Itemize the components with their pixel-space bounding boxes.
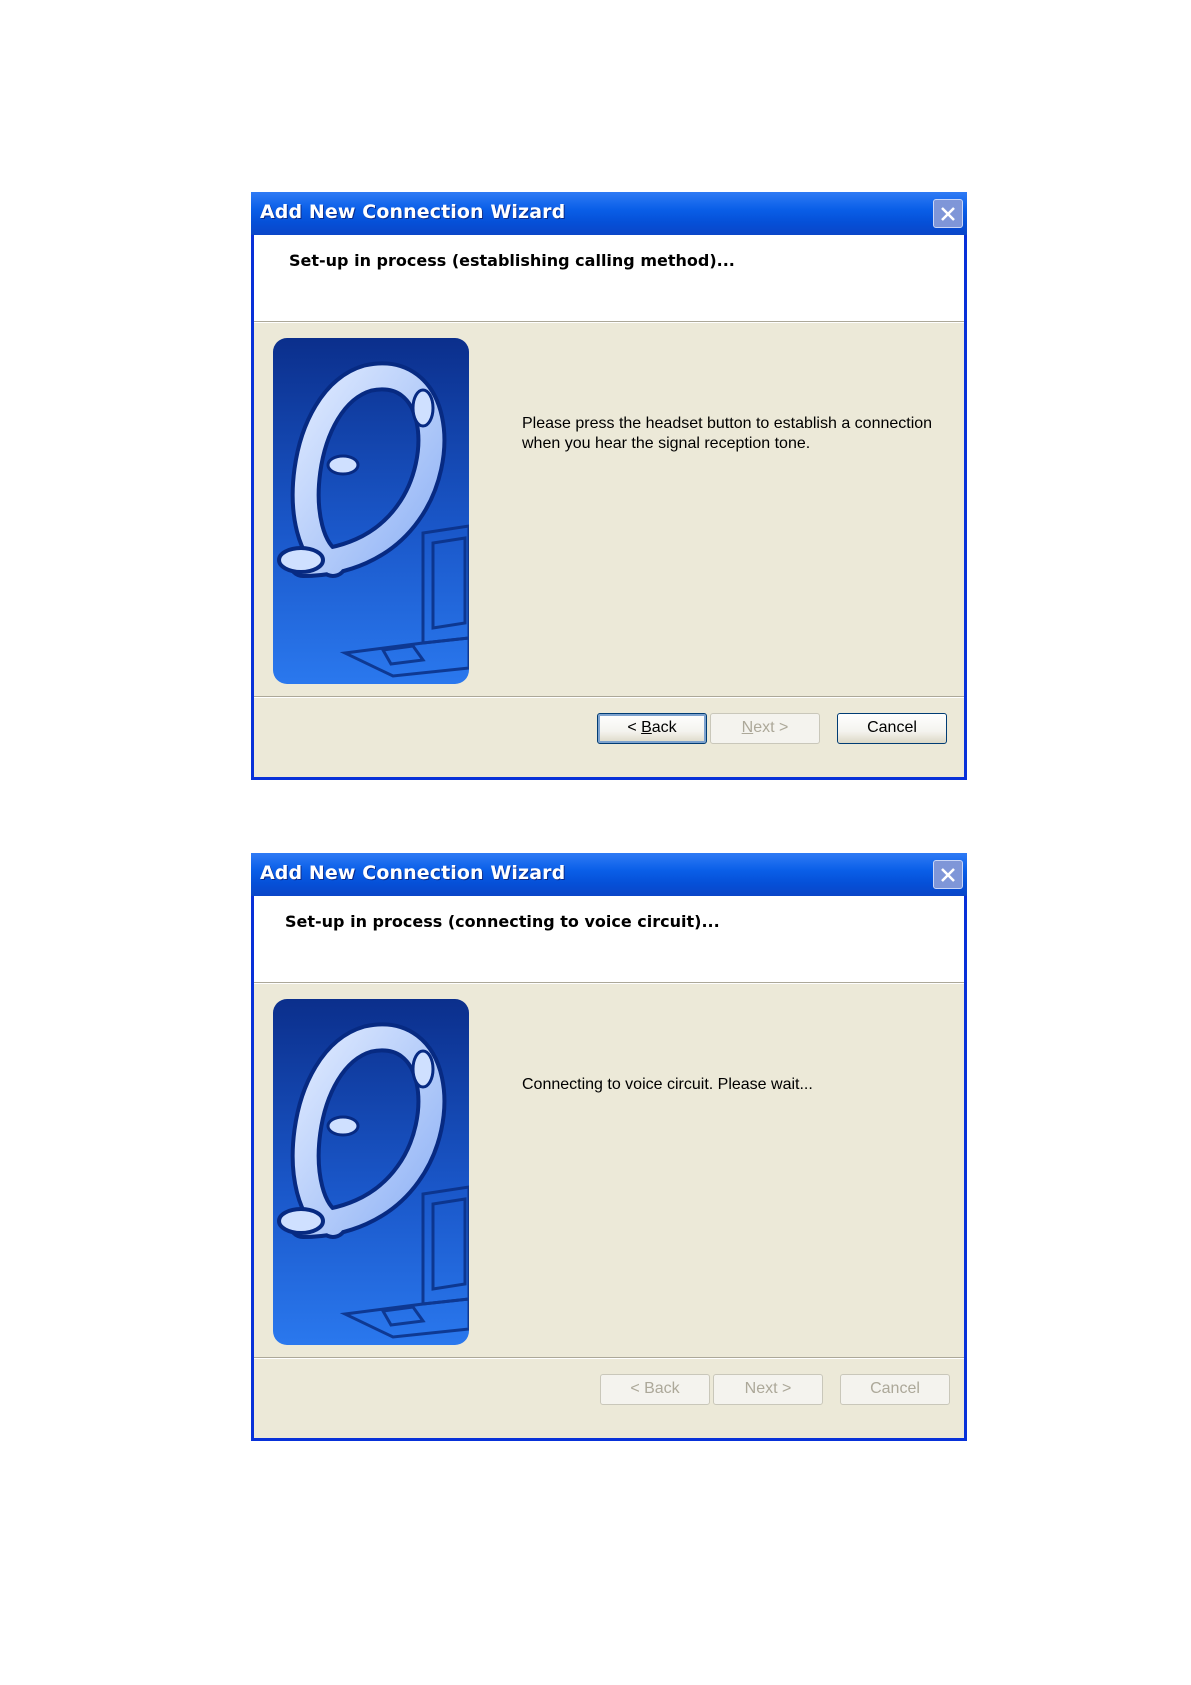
dialog-body: Set-up in process (establishing calling … — [254, 235, 964, 777]
close-button — [933, 860, 963, 889]
header-divider — [254, 982, 964, 984]
headset-laptop-illustration — [273, 338, 469, 684]
step-heading: Set-up in process (connecting to voice c… — [285, 912, 720, 931]
title-bar[interactable]: Add New Connection Wizard — [251, 192, 967, 235]
back-button[interactable]: < Back — [600, 1374, 710, 1405]
wizard-window-2: Add New Connection Wizard Set-up in proc… — [251, 853, 967, 1441]
status-text: Connecting to voice circuit. Please wait… — [522, 1076, 813, 1093]
next-label-accesskey: N — [741, 719, 754, 736]
wizard-window-1: Add New Connection Wizard Set-up in proc… — [251, 192, 967, 780]
next-button[interactable]: Next > — [710, 713, 820, 744]
back-label-accesskey: B — [641, 719, 652, 736]
footer-divider — [254, 1357, 964, 1359]
step-heading: Set-up in process (establishing calling … — [289, 251, 735, 270]
header-divider — [254, 321, 964, 323]
instruction-text: Please press the headset button to estab… — [522, 415, 933, 452]
window-title: Add New Connection Wizard — [260, 862, 566, 884]
window-title: Add New Connection Wizard — [260, 201, 566, 223]
back-label-arrow: < — [627, 719, 642, 736]
next-label-rest: ext > — [753, 719, 789, 736]
cancel-button[interactable]: Cancel — [840, 1374, 950, 1405]
back-button[interactable]: < Back — [597, 713, 707, 744]
close-icon — [941, 207, 955, 221]
close-button — [933, 199, 963, 228]
wizard-header: Set-up in process (establishing calling … — [254, 235, 964, 321]
title-bar[interactable]: Add New Connection Wizard — [251, 853, 967, 896]
next-button[interactable]: Next > — [713, 1374, 823, 1405]
headset-laptop-illustration — [273, 999, 469, 1345]
footer-divider — [254, 696, 964, 698]
wizard-header: Set-up in process (connecting to voice c… — [254, 896, 964, 982]
back-label-rest: ack — [651, 719, 677, 736]
cancel-button[interactable]: Cancel — [837, 713, 947, 744]
close-icon — [941, 868, 955, 882]
dialog-body: Set-up in process (connecting to voice c… — [254, 896, 964, 1438]
